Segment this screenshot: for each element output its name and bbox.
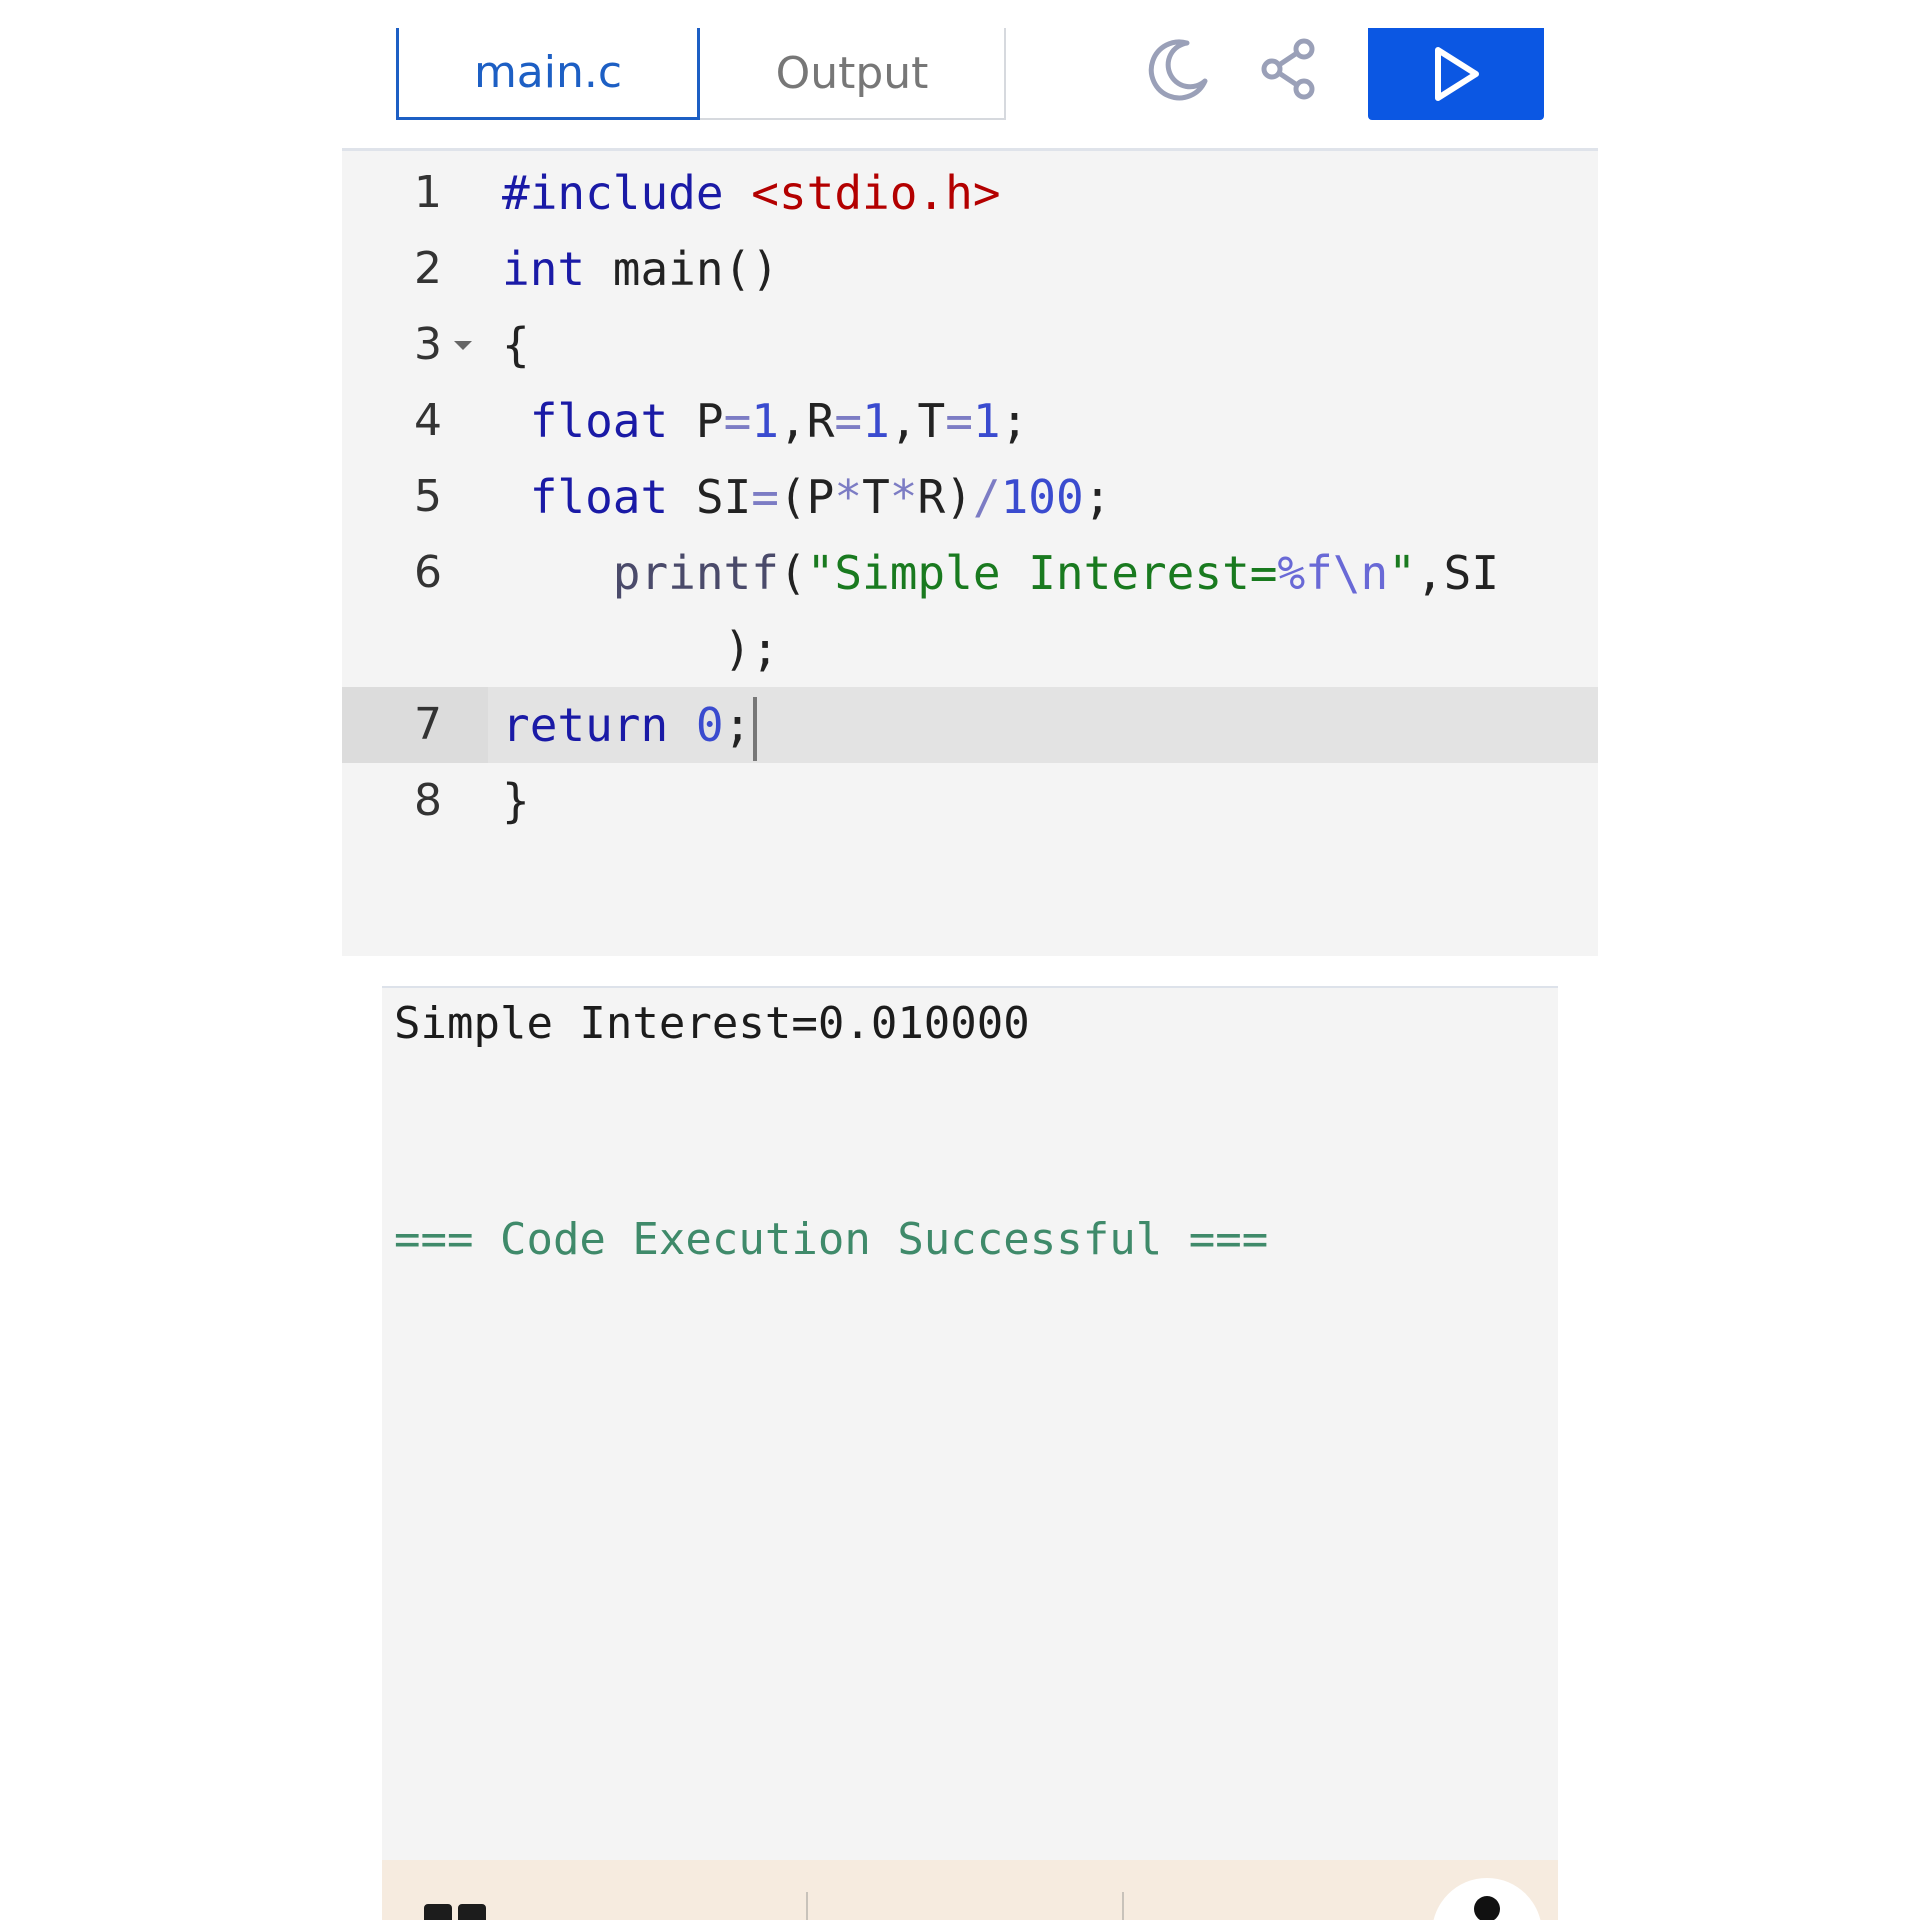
code-line[interactable]: 5 float SI=(P*T*R)/100; [342,459,1598,535]
user-icon [1474,1896,1500,1920]
grid-icon[interactable] [424,1904,488,1920]
code-text: } [502,774,530,828]
line-number: 3 [414,319,442,370]
code-text: #include <stdio.h> [502,166,1001,220]
output-result: Simple Interest=0.010000 [394,998,1030,1049]
line-number: 7 [414,699,442,750]
share-icon [1261,38,1315,100]
line-number: 8 [414,775,442,826]
code-line[interactable]: 6 printf("Simple Interest=%f\n",SI ); [342,535,1598,687]
tab-main-c-label: main.c [473,47,623,98]
output-panel: Simple Interest=0.010000 === Code Execut… [382,986,1558,1920]
tab-output-label: Output [775,47,929,99]
online-compiler: main.c Output 1 #include <stdio.h> 2 int… [0,0,1920,1920]
code-text: return 0; [502,687,758,763]
tab-main-c[interactable]: main.c [396,28,700,120]
moon-icon [1148,39,1208,101]
code-line[interactable]: 3 { [342,307,1598,383]
line-number: 6 [414,547,442,598]
code-line[interactable]: 8 } [342,763,1598,839]
tab-output[interactable]: Output [700,28,1006,120]
line-number: 2 [414,243,442,294]
code-line[interactable]: 2 int main() [342,231,1598,307]
code-editor[interactable]: 1 #include <stdio.h> 2 int main() 3 { 4 … [342,148,1598,956]
play-icon [1435,47,1479,101]
code-text: float P=1,R=1,T=1; [529,394,1029,448]
divider [1122,1892,1124,1920]
share-button[interactable] [1255,34,1325,104]
line-number: 4 [414,395,442,446]
theme-toggle-button[interactable] [1144,34,1214,104]
code-text: float SI=(P*T*R)/100; [529,470,1112,524]
code-line[interactable]: 1 #include <stdio.h> [342,155,1598,231]
execution-status: === Code Execution Successful === [394,1214,1269,1265]
fold-toggle-icon[interactable] [454,341,472,350]
divider [806,1892,808,1920]
line-number: 5 [414,471,442,522]
code-text: { [502,318,530,372]
code-text: printf("Simple Interest=%f\n",SI ); [612,546,1500,676]
code-line[interactable]: 4 float P=1,R=1,T=1; [342,383,1598,459]
text-cursor [753,696,758,761]
line-number: 1 [414,167,442,218]
code-line-active[interactable]: 7 return 0; [342,687,1598,763]
bottom-bar [382,1860,1558,1920]
run-button[interactable] [1368,28,1544,120]
code-text: int main() [502,242,779,296]
floating-action-button[interactable] [1432,1878,1542,1920]
